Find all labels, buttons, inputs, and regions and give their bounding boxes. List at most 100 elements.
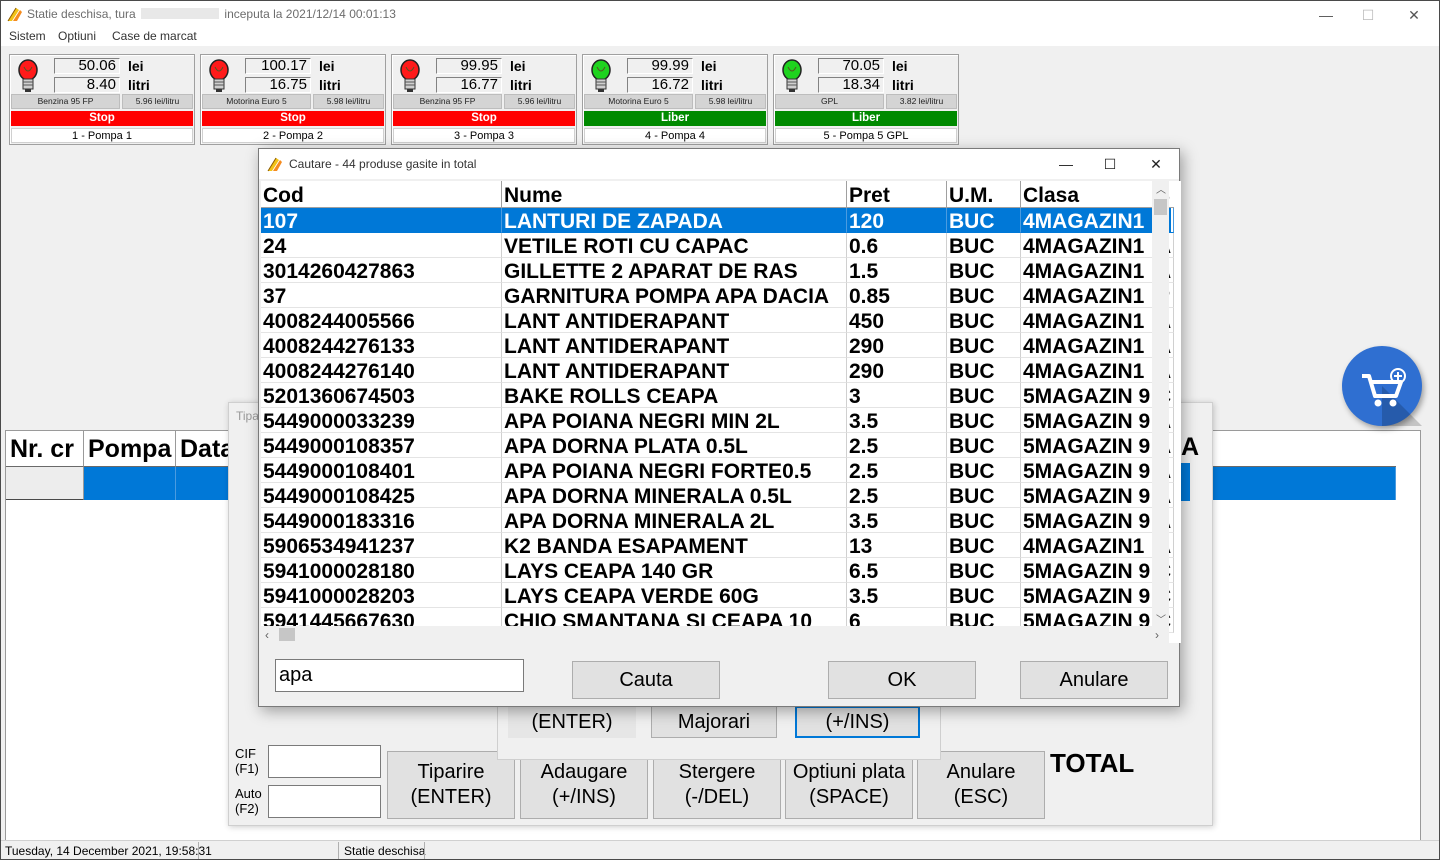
scroll-right-icon[interactable]: › <box>1155 628 1159 642</box>
minimize-button[interactable]: — <box>1303 2 1349 28</box>
result-row[interactable]: 4008244005566 LANT ANTIDERAPANT 450 BUC 4MAG… <box>261 308 1174 333</box>
scroll-down-icon[interactable]: ﹀ <box>1156 611 1166 626</box>
search-minimize-button[interactable]: — <box>1043 151 1089 177</box>
result-cell: BUC <box>947 583 1021 608</box>
app-logo-icon <box>7 7 22 22</box>
result-cell: BUC <box>947 533 1021 558</box>
auto-label: Auto (F2) <box>235 786 262 816</box>
result-cell: 3.5 <box>847 408 947 433</box>
sale-row-cell[interactable] <box>84 467 176 500</box>
status-bar: Tuesday, 14 December 2021, 19:58:31 Stat… <box>1 840 1439 859</box>
search-close-button[interactable]: ✕ <box>1133 151 1179 177</box>
result-row[interactable]: 4008244276140 LANT ANTIDERAPANT 290 BUC 4MAG… <box>261 358 1174 383</box>
menu-case-de-marcat[interactable]: Case de marcat <box>112 29 197 43</box>
pump-status[interactable]: Liber <box>775 111 957 126</box>
result-cell: 5MAGAZIN 9 <box>1021 508 1154 533</box>
results-vscrollbar[interactable]: ︿ ﹀ <box>1152 181 1169 626</box>
result-row[interactable]: 4008244276133 LANT ANTIDERAPANT 290 BUC 4MAG… <box>261 333 1174 358</box>
pump-panel[interactable]: 50.06 lei 8.40 litri Benzina 95 FP 5.96 lei/l… <box>9 54 195 145</box>
adaugare-button[interactable]: Adaugare (+/INS) <box>520 751 648 819</box>
red-light-icon <box>400 59 420 92</box>
optiuni-plata-button[interactable]: Optiuni plata (SPACE) <box>785 751 913 819</box>
anulare-dialog-button[interactable]: Anulare <box>1020 661 1168 699</box>
pump-status[interactable]: Stop <box>202 111 384 126</box>
result-cell: BUC <box>947 333 1021 358</box>
anulare-button[interactable]: Anulare (ESC) <box>917 751 1045 819</box>
result-cell: 1.5 <box>847 258 947 283</box>
result-row[interactable]: 5449000183316 APA DORNA MINERALA 2L 3.5 BUC… <box>261 508 1174 533</box>
cauta-button[interactable]: Cauta <box>572 661 720 699</box>
result-row[interactable]: 37 GARNITURA POMPA APA DACIA 0.85 BUC 4MAGAZ… <box>261 283 1174 308</box>
ok-button[interactable]: OK <box>828 661 976 699</box>
pump-product: Benzina 95 FP <box>393 94 502 109</box>
result-row[interactable]: 5941000028203 LAYS CEAPA VERDE 60G 3.5 BUC 5… <box>261 583 1174 608</box>
result-cell: 4008244276140 <box>261 358 502 383</box>
hscroll-thumb[interactable] <box>279 628 295 641</box>
pump-panel[interactable]: 99.95 lei 16.77 litri Benzina 95 FP 5.96 lei/… <box>391 54 577 145</box>
result-row[interactable]: 24VETILE ROTI CU CAPAC0.6BUC4MAGAZIN1A <box>261 233 1174 258</box>
scroll-left-icon[interactable]: ‹ <box>265 628 269 642</box>
col-pret[interactable]: Pret <box>847 181 947 208</box>
search-maximize-button[interactable]: ☐ <box>1087 151 1133 177</box>
pump-status[interactable]: Liber <box>584 111 766 126</box>
result-cell: 4MAGAZIN1 <box>1021 533 1154 558</box>
search-input[interactable] <box>275 659 524 692</box>
pump-price: 5.98 lei/litru <box>313 94 384 109</box>
result-cell: VETILE ROTI CU CAPAC <box>502 233 847 258</box>
sale-row-cell[interactable] <box>1186 467 1396 500</box>
result-cell: 5941000028203 <box>261 583 502 608</box>
majorari-button[interactable]: Majorari <box>651 706 777 738</box>
pump-lei-unit: lei <box>892 58 908 74</box>
results-hscrollbar[interactable]: ‹ › <box>261 626 1169 643</box>
col-clasa[interactable]: Clasa <box>1021 181 1154 208</box>
pump-panel[interactable]: 70.05 lei 18.34 litri GPL 3.82 lei/litru Liber… <box>773 54 959 145</box>
scroll-up-icon[interactable]: ︿ <box>1156 181 1166 196</box>
ins-button[interactable]: (+/INS) <box>795 706 920 738</box>
status-datetime: Tuesday, 14 December 2021, 19:58:31 <box>5 844 212 858</box>
results-grid: Cod Nume Pret U.M. Clasa S 107LANTURI DE… <box>261 181 1181 643</box>
print-dialog-title: Tipa <box>236 409 259 423</box>
result-row[interactable]: 5201360674503 BAKE ROLLS CEAPA 3 BUC 5MAGAZI… <box>261 383 1174 408</box>
cif-input[interactable] <box>268 745 381 778</box>
result-row[interactable]: 5941000028180 LAYS CEAPA 140 GR 6.5 BUC 5MAG… <box>261 558 1174 583</box>
enter-button[interactable]: (ENTER) <box>508 706 636 738</box>
result-cell: 5201360674503 <box>261 383 502 408</box>
cart-button[interactable] <box>1342 346 1422 426</box>
col-um[interactable]: U.M. <box>947 181 1021 208</box>
col-cod[interactable]: Cod <box>261 181 502 208</box>
maximize-button[interactable]: ☐ <box>1345 2 1391 28</box>
sub-dialog: (ENTER) Majorari (+/INS) <box>497 700 941 760</box>
result-cell: LAYS CEAPA VERDE 60G <box>502 583 847 608</box>
pump-name: 5 - Pompa 5 GPL <box>775 128 957 143</box>
menu-sistem[interactable]: Sistem <box>9 29 46 43</box>
result-row[interactable]: 107LANTURI DE ZAPADA120BUC4MAGAZIN1F <box>261 208 1174 233</box>
result-row[interactable]: 5449000108357 APA DORNA PLATA 0.5L 2.5 BUC 5… <box>261 433 1174 458</box>
result-cell: LANT ANTIDERAPANT <box>502 333 847 358</box>
result-row[interactable]: 5449000108425 APA DORNA MINERALA 0.5L 2.5 B… <box>261 483 1174 508</box>
col-nume[interactable]: Nume <box>502 181 847 208</box>
cart-plus-icon <box>1362 368 1422 426</box>
result-row[interactable]: 5449000108401 APA POIANA NEGRI FORTE0.5 2.… <box>261 458 1174 483</box>
pump-product: Motorina Euro 5 <box>202 94 311 109</box>
menu-optiuni[interactable]: Optiuni <box>58 29 96 43</box>
result-row[interactable]: 5449000033239 APA POIANA NEGRI MIN 2L 3.5 B… <box>261 408 1174 433</box>
stergere-button[interactable]: Stergere (-/DEL) <box>653 751 781 819</box>
auto-input[interactable] <box>268 785 381 818</box>
result-row[interactable]: 5906534941237 K2 BANDA ESAPAMENT 13 BUC 4MAG… <box>261 533 1174 558</box>
print-dialog-col-a: A <box>1181 433 1200 461</box>
red-light-icon <box>18 59 38 92</box>
sale-row-cell[interactable] <box>176 467 231 500</box>
cif-label: CIF (F1) <box>235 746 259 776</box>
result-cell: 5MAGAZIN 9 <box>1021 558 1154 583</box>
sale-row-indicator[interactable] <box>6 467 84 500</box>
result-cell: LANT ANTIDERAPANT <box>502 358 847 383</box>
pump-panel[interactable]: 99.99 lei 16.72 litri Motorina Euro 5 5.98 le… <box>582 54 768 145</box>
pump-panel[interactable]: 100.17 lei 16.75 litri Motorina Euro 5 5.98 l… <box>200 54 386 145</box>
result-row[interactable]: 3014260427863 GILLETTE 2 APARAT DE RAS 1.5… <box>261 258 1174 283</box>
pump-status[interactable]: Stop <box>393 111 575 126</box>
vscroll-thumb[interactable] <box>1154 199 1167 215</box>
tiparire-button[interactable]: Tiparire (ENTER) <box>387 751 515 819</box>
pump-status[interactable]: Stop <box>11 111 193 126</box>
result-cell: BUC <box>947 233 1021 258</box>
close-button[interactable]: ✕ <box>1391 2 1437 28</box>
